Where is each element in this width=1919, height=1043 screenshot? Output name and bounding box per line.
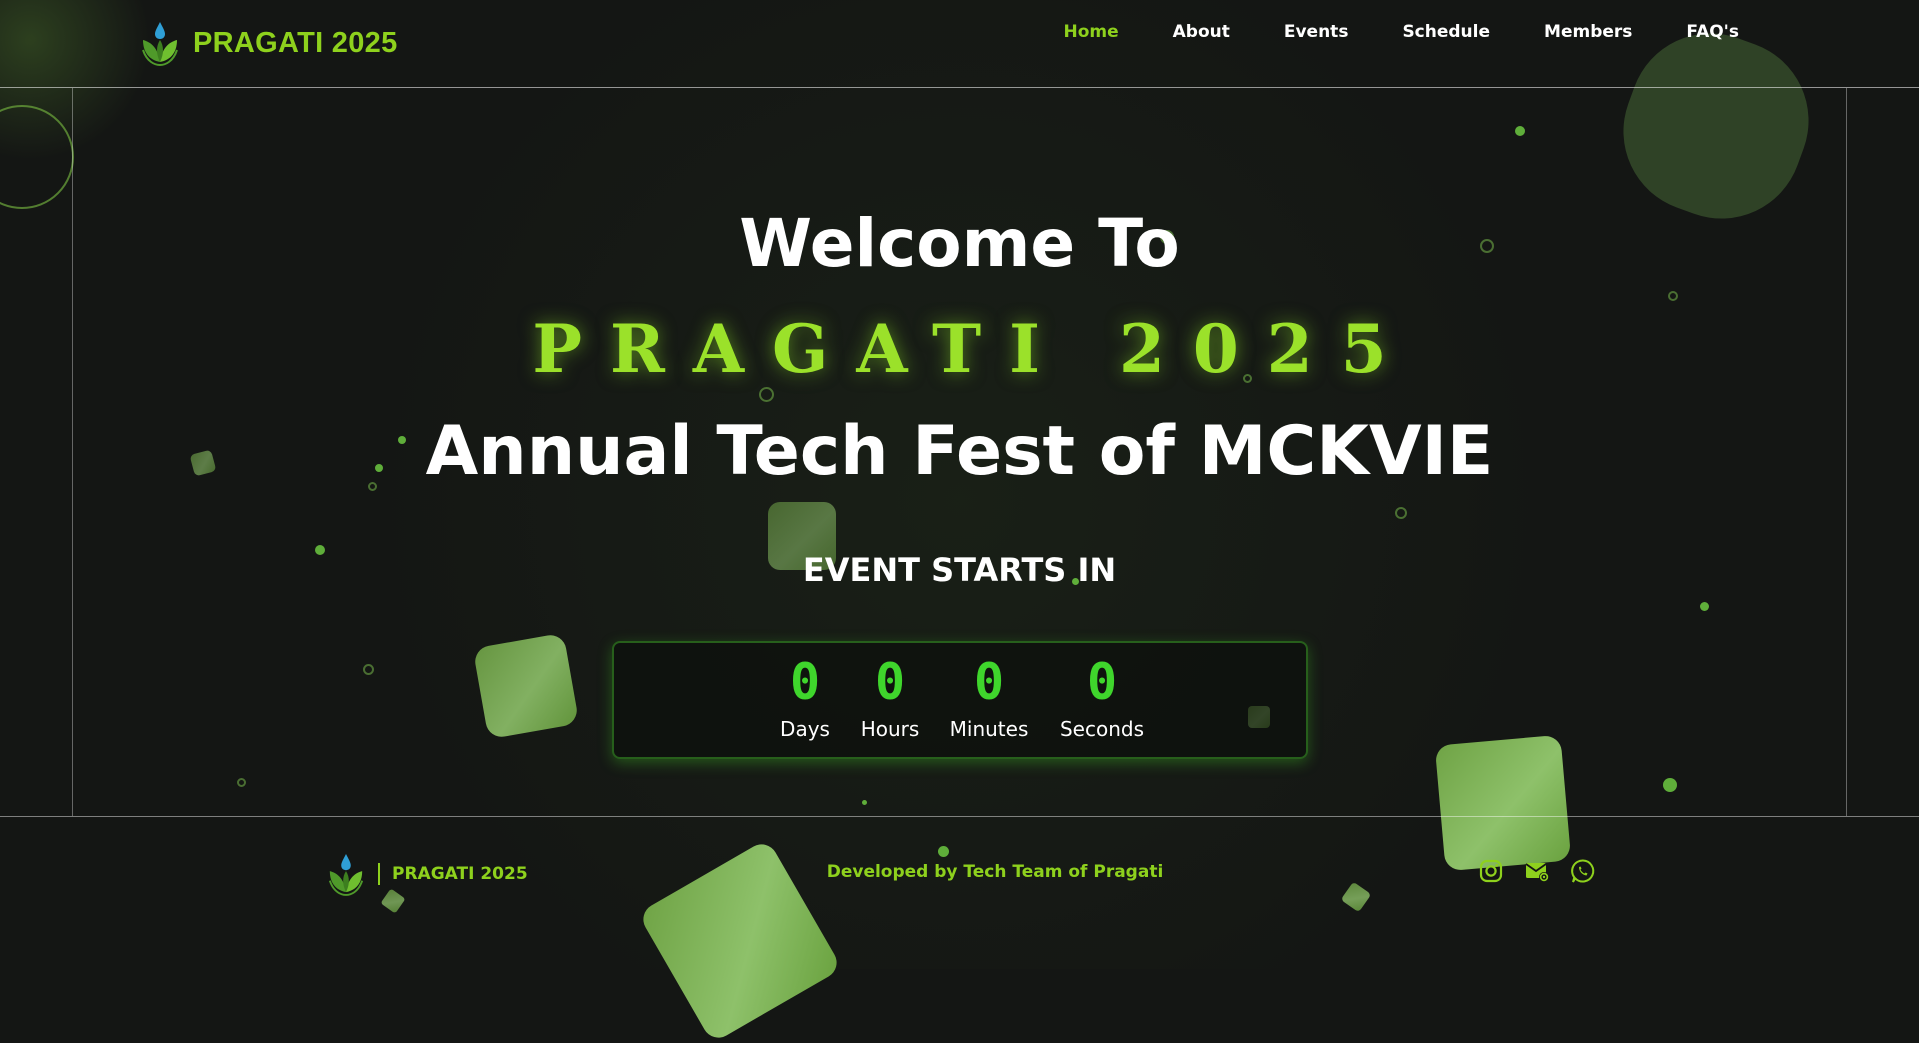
event-starts-heading: EVENT STARTS IN [802,551,1117,589]
decor-dot [1515,126,1525,136]
decor-square [472,632,580,740]
nav-events[interactable]: Events [1284,22,1349,42]
nav-members[interactable]: Members [1544,22,1632,42]
decor-dot [1700,602,1709,611]
nav-faqs[interactable]: FAQ's [1686,22,1739,42]
hero-tagline: Annual Tech Fest of MCKVIE [425,412,1494,491]
leaf-logo-icon [142,22,178,66]
hero-welcome: Welcome To [739,205,1180,282]
countdown-hours-label: Hours [860,717,920,741]
decor-dot [938,846,949,857]
countdown-minutes-label: Minutes [949,717,1029,741]
countdown-hours-value: 0 [874,653,906,711]
countdown-seconds-label: Seconds [1059,717,1145,741]
hero-fest-name: PRAGATI 2025 [532,310,1415,388]
brand[interactable]: PRAGATI 2025 [139,20,398,66]
decor-ring-left [0,105,74,209]
countdown-hours: 0 Hours [861,653,920,741]
footer-divider [0,816,1919,817]
nav-about[interactable]: About [1173,22,1230,42]
brand-name: PRAGATI 2025 [193,26,398,59]
nav-home[interactable]: Home [1063,22,1118,42]
decor-ring [759,387,774,402]
decor-square [1434,734,1572,872]
nav-menu: Home About Events Schedule Members FAQ's [1063,22,1739,42]
decor-ring [363,664,374,675]
email-icon[interactable] [1524,858,1550,884]
countdown-timer: 0 Days 0 Hours 0 Minutes 0 Seconds [612,641,1308,759]
countdown-seconds: 0 Seconds [1060,653,1144,741]
countdown-days: 0 Days [780,653,830,741]
social-links [1478,858,1596,884]
decor-ring [1395,507,1407,519]
footer-credit: Developed by Tech Team of Pragati [826,862,1164,882]
decor-ring [237,778,246,787]
decor-dot [1663,778,1677,792]
instagram-icon[interactable] [1478,858,1504,884]
decor-square [1340,881,1372,913]
navbar: PRAGATI 2025 Home About Events Schedule … [0,0,1919,88]
countdown-minutes-value: 0 [973,653,1005,711]
nav-schedule[interactable]: Schedule [1402,22,1490,42]
countdown-seconds-value: 0 [1086,653,1118,711]
countdown-days-value: 0 [789,653,821,711]
countdown-days-label: Days [780,717,830,741]
decor-ring [1668,291,1678,301]
decor-dot [862,800,867,805]
countdown-minutes: 0 Minutes [950,653,1029,741]
whatsapp-icon[interactable] [1570,858,1596,884]
